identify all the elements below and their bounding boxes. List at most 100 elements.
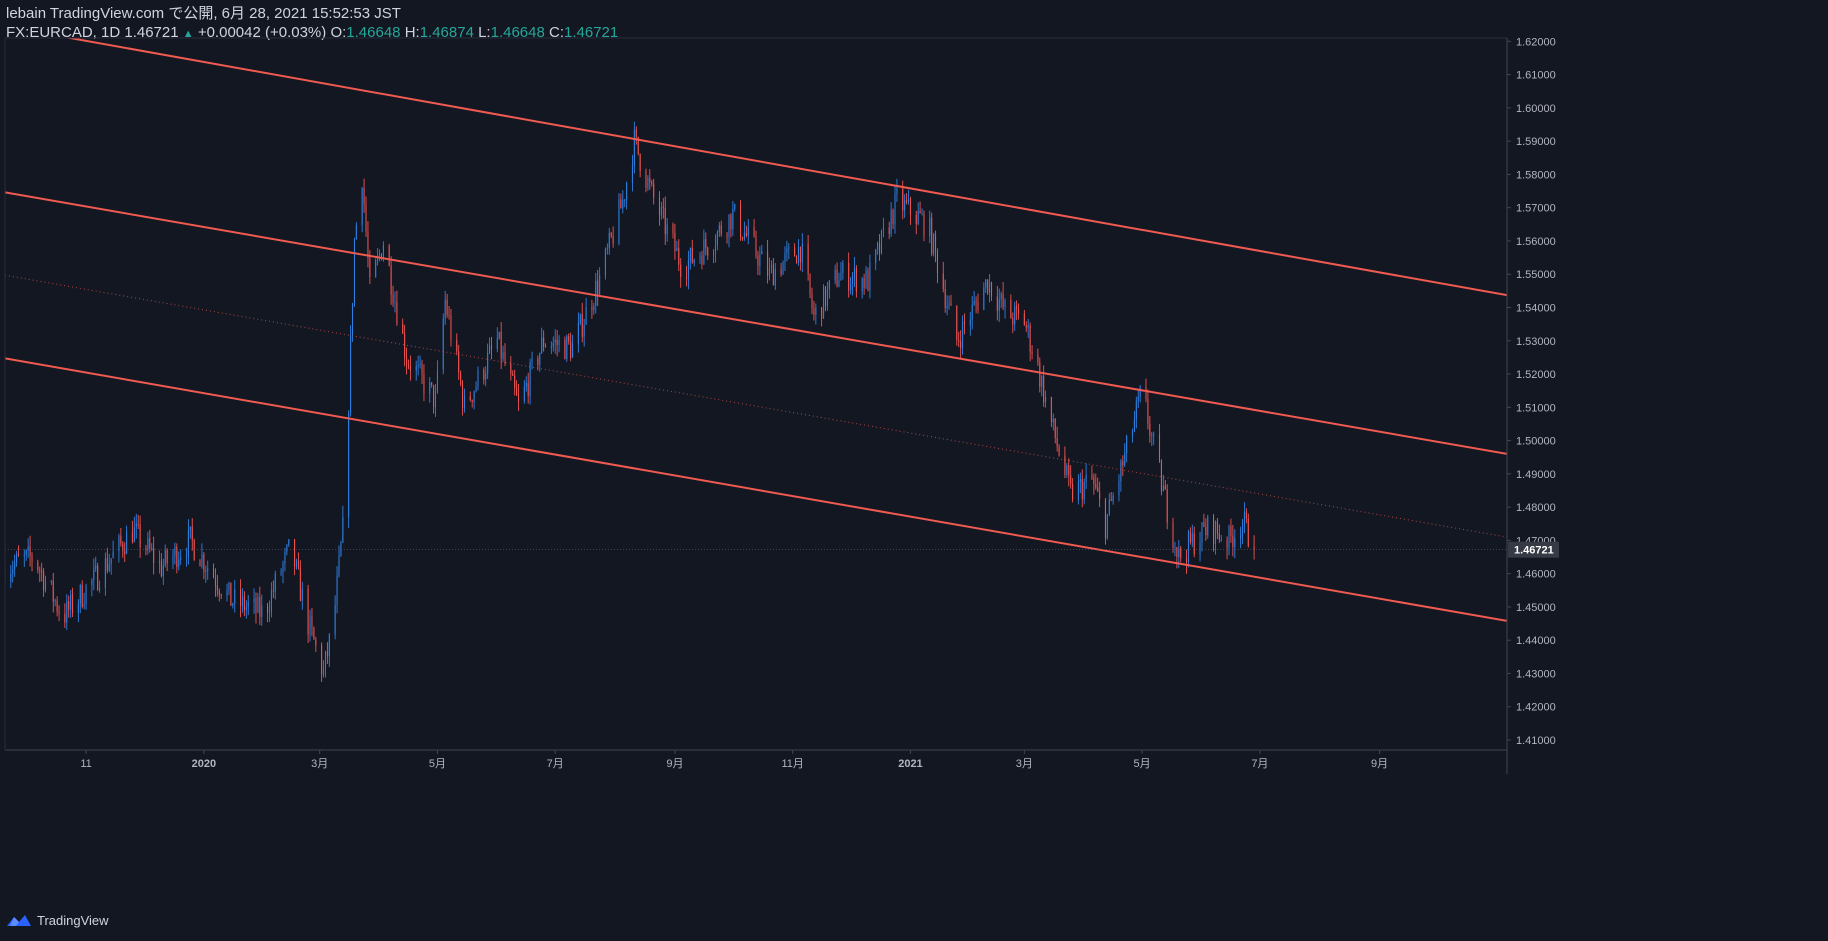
candle-body bbox=[639, 153, 641, 172]
candle-body bbox=[1220, 539, 1222, 541]
candle-body bbox=[1004, 300, 1006, 308]
price-tick-label: 1.44000 bbox=[1516, 635, 1556, 647]
candle-body bbox=[52, 580, 54, 602]
candle-body bbox=[83, 604, 85, 607]
candle-body bbox=[1234, 538, 1236, 548]
footer-brand: TradingView bbox=[37, 912, 109, 928]
price-tick-label: 1.45000 bbox=[1516, 602, 1556, 614]
candle-body bbox=[907, 198, 910, 203]
candle-body bbox=[599, 275, 601, 295]
candle-body bbox=[241, 595, 243, 607]
candle-body bbox=[1070, 475, 1072, 484]
candle-body bbox=[394, 302, 396, 304]
candle-body bbox=[1199, 542, 1201, 555]
candle-body bbox=[581, 314, 583, 337]
candle-body bbox=[1064, 455, 1066, 475]
candle-body bbox=[1245, 511, 1247, 519]
candle-body bbox=[172, 555, 174, 564]
candle-body bbox=[612, 236, 614, 244]
candle-body bbox=[45, 580, 47, 591]
candle-body bbox=[81, 585, 83, 607]
candle-body bbox=[64, 613, 66, 623]
plot-area[interactable] bbox=[4, 26, 1507, 682]
candle-body bbox=[768, 267, 771, 276]
candle-body bbox=[757, 255, 759, 266]
tradingview-logo-icon bbox=[7, 915, 31, 926]
candle-body bbox=[379, 253, 381, 256]
candle-body bbox=[610, 233, 612, 237]
candle-body bbox=[624, 199, 626, 201]
candle-body bbox=[1230, 526, 1232, 536]
candle-body bbox=[104, 558, 106, 588]
time-tick-label: 2021 bbox=[898, 758, 922, 770]
candle-body bbox=[946, 305, 948, 308]
footer-branding[interactable]: TradingView bbox=[6, 912, 109, 928]
candle-body bbox=[257, 597, 259, 613]
time-tick-label: 11月 bbox=[781, 758, 803, 770]
candle-body bbox=[664, 207, 666, 235]
candle-body bbox=[1066, 465, 1068, 475]
candle-body bbox=[1232, 535, 1234, 548]
candle-body bbox=[635, 129, 637, 137]
candle-body bbox=[896, 188, 898, 194]
time-tick-label: 11 bbox=[80, 758, 91, 770]
candle-body bbox=[299, 567, 301, 602]
candlestick-chart[interactable]: 1.62000 1.61000 1.60000 1.59000 1.58000 1.570… bbox=[0, 0, 1828, 941]
candle-body bbox=[618, 199, 620, 244]
candle-body bbox=[998, 299, 1000, 311]
candle-body bbox=[782, 261, 784, 275]
candle-body bbox=[1056, 437, 1058, 447]
candle-body bbox=[851, 276, 854, 285]
candle-body bbox=[145, 547, 147, 551]
candle-body bbox=[253, 598, 255, 603]
price-tick-label: 1.55000 bbox=[1516, 269, 1556, 281]
candle-body bbox=[1045, 396, 1047, 403]
candle-body bbox=[545, 346, 547, 348]
channel-line-mid-dotted[interactable] bbox=[5, 274, 1507, 538]
candle-body bbox=[855, 268, 857, 292]
candle-body bbox=[523, 386, 525, 402]
candle-body bbox=[848, 262, 850, 291]
time-tick-label: 9月 bbox=[1371, 758, 1388, 770]
candle-body bbox=[529, 362, 531, 397]
candle-body bbox=[1207, 516, 1209, 536]
candle-body bbox=[1147, 398, 1149, 424]
candle-body bbox=[25, 550, 27, 555]
candle-body bbox=[1176, 546, 1178, 558]
candle-body bbox=[1120, 461, 1122, 482]
candle-body bbox=[286, 545, 288, 552]
candle-body bbox=[680, 264, 682, 277]
candle-body bbox=[185, 556, 188, 558]
candle-body bbox=[958, 340, 960, 342]
candle-body bbox=[240, 589, 242, 607]
candle-body bbox=[158, 560, 160, 563]
price-tick-label: 1.42000 bbox=[1516, 702, 1556, 714]
candle-body bbox=[880, 230, 883, 254]
candle-body bbox=[626, 182, 628, 200]
channel-line-lower[interactable] bbox=[5, 357, 1507, 622]
candle-body bbox=[658, 197, 661, 216]
candle-body bbox=[489, 345, 491, 353]
candle-body bbox=[828, 280, 830, 289]
candle-body bbox=[1135, 401, 1137, 420]
candle-body bbox=[1153, 433, 1155, 436]
candle-body bbox=[877, 243, 879, 250]
time-tick-label: 2020 bbox=[192, 758, 216, 770]
candle-body bbox=[1058, 446, 1060, 456]
candle-body bbox=[97, 565, 99, 590]
price-tick-label: 1.50000 bbox=[1516, 436, 1556, 448]
candle-body bbox=[971, 304, 973, 320]
candle-body bbox=[1133, 419, 1135, 432]
candle-body bbox=[463, 396, 466, 409]
candle-body bbox=[983, 287, 985, 310]
candle-body bbox=[342, 516, 344, 543]
candle-body bbox=[923, 212, 925, 236]
candle-body bbox=[834, 269, 836, 281]
candle-body bbox=[448, 314, 450, 317]
candle-body bbox=[1029, 325, 1031, 352]
candle-body bbox=[645, 171, 647, 189]
candle-body bbox=[284, 551, 286, 564]
candle-body bbox=[1012, 318, 1014, 325]
candle-body bbox=[604, 249, 606, 276]
candle-body bbox=[714, 245, 716, 253]
